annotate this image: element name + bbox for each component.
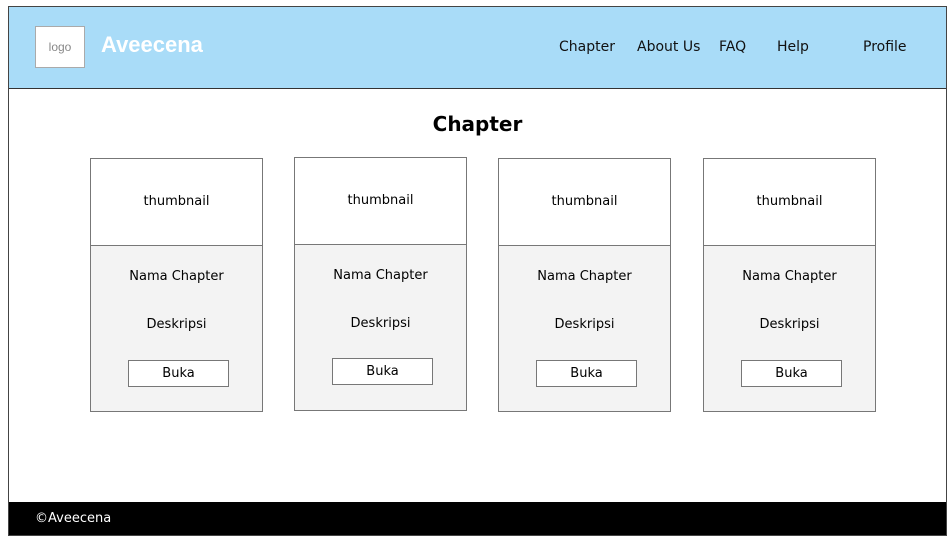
card-chapter-name: Nama Chapter	[129, 269, 224, 284]
open-chapter-button[interactable]: Buka	[536, 360, 637, 387]
card-thumbnail: thumbnail	[295, 158, 466, 245]
nav-link-chapter[interactable]: Chapter	[559, 38, 615, 56]
page-frame: logo Aveecena Chapter About Us FAQ Help …	[8, 6, 947, 536]
chapter-card: thumbnail Nama Chapter Deskripsi Buka	[703, 158, 876, 412]
chapter-card: thumbnail Nama Chapter Deskripsi Buka	[498, 158, 671, 412]
chapter-card: thumbnail Nama Chapter Deskripsi Buka	[294, 157, 467, 411]
card-chapter-name: Nama Chapter	[333, 268, 428, 283]
card-chapter-name: Nama Chapter	[537, 269, 632, 284]
footer: ©Aveecena	[9, 502, 946, 535]
footer-copyright: ©Aveecena	[35, 511, 112, 526]
card-description: Deskripsi	[759, 317, 820, 332]
card-chapter-name: Nama Chapter	[742, 269, 837, 284]
card-thumbnail: thumbnail	[704, 159, 875, 246]
nav-link-faq[interactable]: FAQ	[719, 38, 746, 56]
page-title: Chapter	[432, 112, 523, 136]
chapter-card: thumbnail Nama Chapter Deskripsi Buka	[90, 158, 263, 412]
open-chapter-button[interactable]: Buka	[128, 360, 229, 387]
open-chapter-button[interactable]: Buka	[741, 360, 842, 387]
nav-link-profile[interactable]: Profile	[863, 38, 907, 56]
header: logo Aveecena Chapter About Us FAQ Help …	[9, 7, 946, 89]
logo: logo	[35, 26, 85, 68]
nav-link-help[interactable]: Help	[777, 38, 809, 56]
brand-name[interactable]: Aveecena	[101, 31, 203, 59]
open-chapter-button[interactable]: Buka	[332, 358, 433, 385]
card-description: Deskripsi	[146, 317, 207, 332]
card-thumbnail: thumbnail	[499, 159, 670, 246]
card-thumbnail: thumbnail	[91, 159, 262, 246]
card-description: Deskripsi	[554, 317, 615, 332]
card-description: Deskripsi	[350, 316, 411, 331]
nav-link-about-us[interactable]: About Us	[637, 38, 700, 56]
